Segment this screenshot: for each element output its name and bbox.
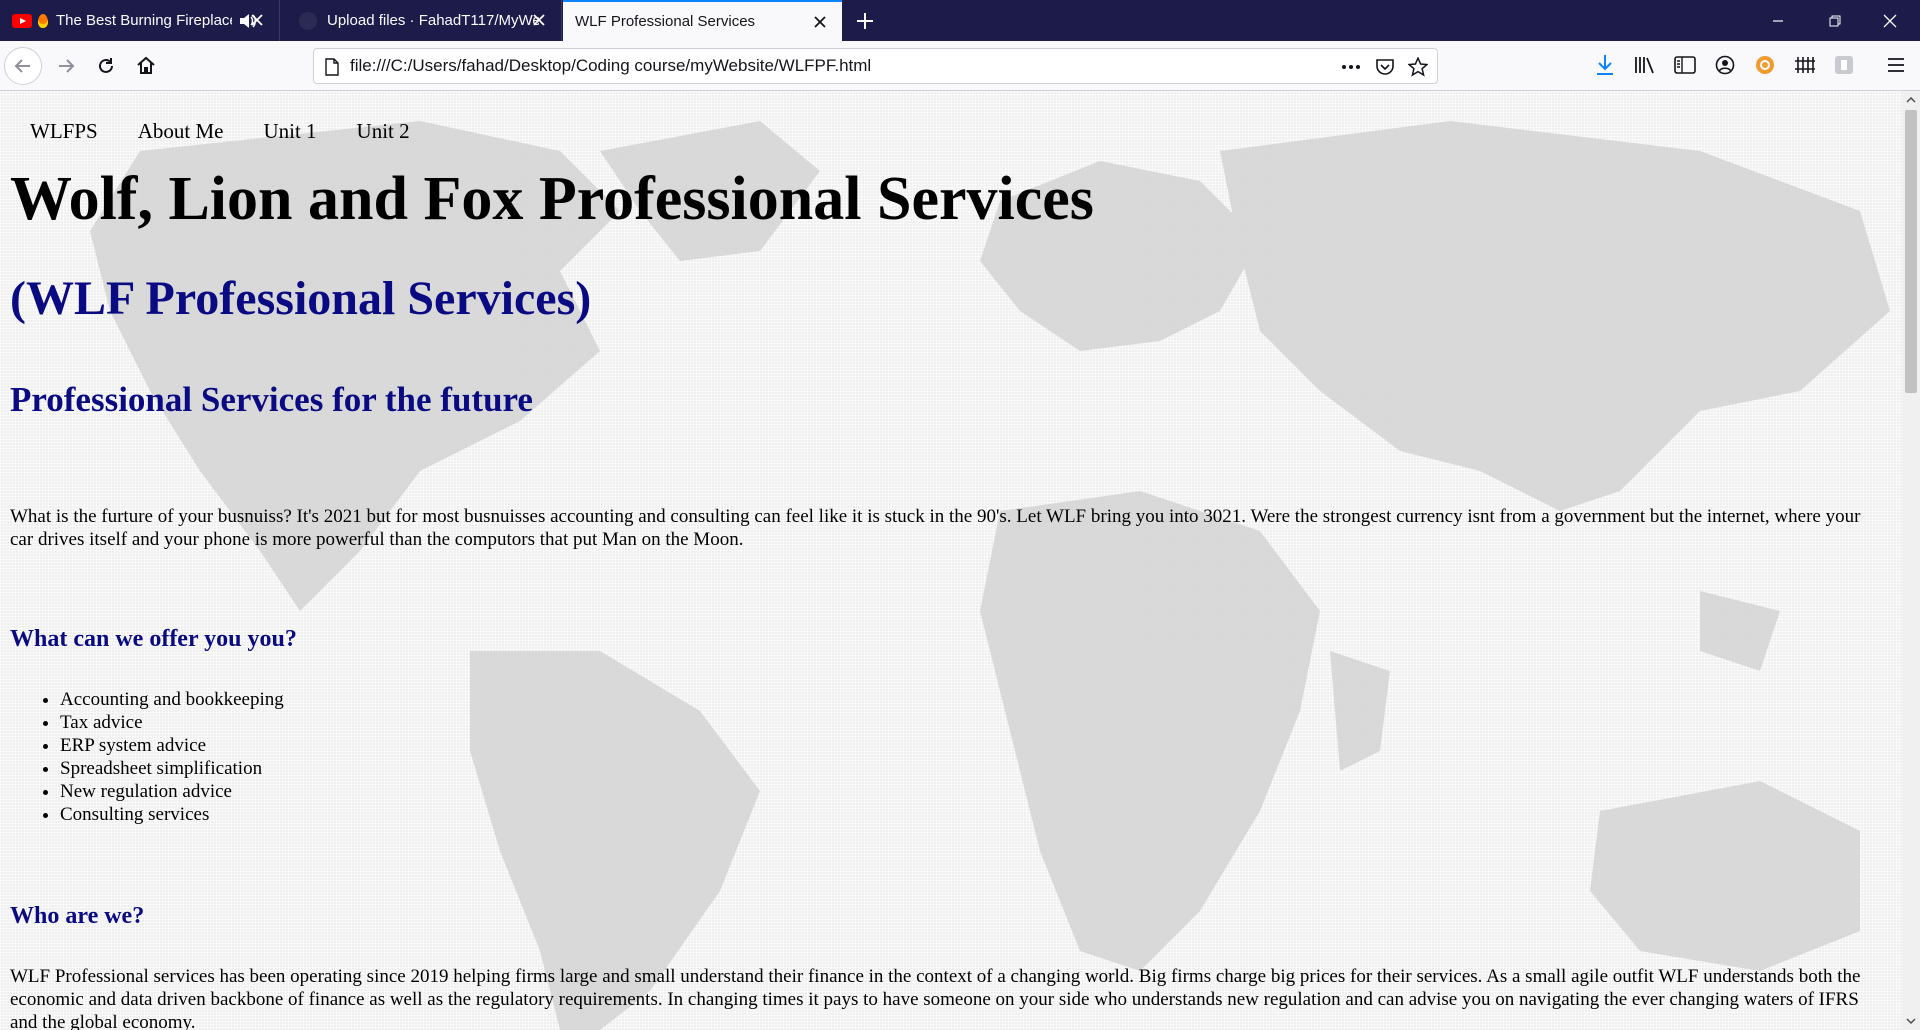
who-paragraph: WLF Professional services has been opera… [10,966,1861,1030]
new-tab-icon[interactable] [852,8,878,34]
menu-icon[interactable] [1884,53,1908,77]
forward-arrow-icon[interactable] [51,51,81,81]
scroll-up-icon[interactable] [1902,91,1920,109]
list-item: Spreadsheet simplification [60,757,284,780]
close-window-icon[interactable] [1877,8,1903,34]
nav-link-wlfps[interactable]: WLFPS [30,119,98,144]
tab-wlf-active[interactable]: WLF Professional Services [563,0,842,41]
list-item: New regulation advice [60,780,284,803]
offer-heading: What can we offer you you? [10,626,297,652]
who-heading: Who are we? [10,903,145,929]
pocket-icon[interactable] [1374,56,1396,78]
extension-grid-icon[interactable] [1793,53,1817,77]
url-bar[interactable] [313,48,1438,84]
page-viewport: WLFPS About Me Unit 1 Unit 2 Wolf, Lion … [0,91,1902,1030]
services-list: Accounting and bookkeeping Tax advice ER… [10,688,284,826]
close-tab-icon[interactable] [247,10,267,30]
nav-link-unit-2[interactable]: Unit 2 [357,119,410,144]
tab-title: Upload files · FahadT117/MyWebsite [327,12,539,29]
extension-coupon-icon[interactable] [1753,53,1777,77]
page-icon [325,58,339,76]
intro-paragraph: What is the furture of your busnuiss? It… [10,506,1861,550]
minimize-icon[interactable] [1765,8,1791,34]
navigation-toolbar [0,41,1920,91]
tab-strip: The Best Burning Fireplace Upload files … [0,0,1920,41]
list-item: ERP system advice [60,734,284,757]
sidebar-icon[interactable] [1673,53,1697,77]
page-title: Wolf, Lion and Fox Professional Services [10,165,1094,233]
tab-fireplace[interactable]: The Best Burning Fireplace [0,0,280,41]
home-icon[interactable] [131,51,161,81]
list-item: Accounting and bookkeeping [60,688,284,711]
tab-upload-files[interactable]: Upload files · FahadT117/MyWebsite [281,0,562,41]
reload-icon[interactable] [91,51,121,81]
bookmark-star-icon[interactable] [1407,56,1429,78]
extension-puzzle-icon[interactable] [1832,53,1856,77]
page-tagline: Professional Services for the future [10,380,533,419]
github-icon [299,11,317,30]
tab-title: The Best Burning Fireplace [56,12,232,29]
vertical-scrollbar[interactable] [1902,91,1920,1030]
list-item: Tax advice [60,711,284,734]
scroll-down-icon[interactable] [1902,1012,1920,1030]
account-icon[interactable] [1713,53,1737,77]
scrollbar-thumb[interactable] [1905,110,1917,393]
youtube-icon [12,13,32,28]
page-subtitle: (WLF Professional Services) [10,272,592,325]
tab-title: WLF Professional Services [575,13,756,30]
nav-link-unit-1[interactable]: Unit 1 [263,119,316,144]
page-actions-icon[interactable] [1340,56,1362,78]
library-icon[interactable] [1633,53,1657,77]
url-input[interactable] [350,55,1250,77]
back-arrow-icon [14,59,30,73]
downloads-icon[interactable] [1593,53,1617,77]
close-tab-icon[interactable] [529,10,549,30]
nav-link-about-me[interactable]: About Me [138,119,224,144]
list-item: Consulting services [60,803,284,826]
site-nav: WLFPS About Me Unit 1 Unit 2 [30,119,450,144]
fire-icon [38,13,48,28]
close-tab-icon[interactable] [810,12,830,32]
restore-icon[interactable] [1822,8,1848,34]
